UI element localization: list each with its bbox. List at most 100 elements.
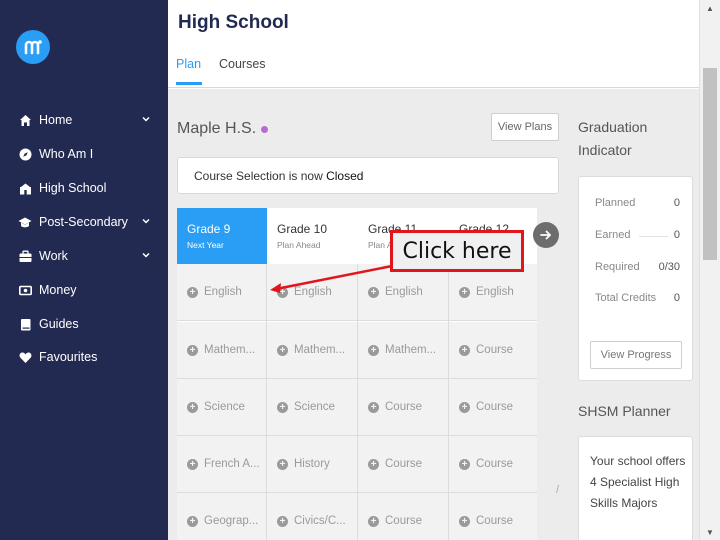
course-label: Course — [385, 401, 423, 413]
course-label: Science — [294, 401, 335, 413]
add-course-icon: + — [368, 401, 379, 413]
course-cell[interactable]: + English — [267, 264, 357, 321]
school-color-dot — [261, 126, 268, 133]
add-course-icon: + — [187, 458, 198, 470]
add-course-icon: + — [187, 401, 198, 413]
course-cell[interactable]: + Course — [449, 436, 537, 493]
sidebar-item-guides[interactable]: Guides — [0, 310, 168, 338]
course-label: Mathem... — [385, 344, 437, 356]
shsm-planner-title: SHSM Planner — [578, 403, 671, 419]
course-label: English — [385, 286, 423, 298]
grade-subtitle: Next Year — [187, 240, 224, 250]
add-course-icon: + — [277, 344, 288, 356]
course-cell[interactable]: + Mathem... — [267, 322, 357, 379]
plan-panel: Maple H.S. View Plans Course Selection i… — [168, 89, 699, 540]
course-cell[interactable]: + Course — [358, 379, 448, 436]
course-cell[interactable]: + Course — [358, 436, 448, 493]
add-course-icon: + — [459, 515, 470, 527]
scrollbar-thumb[interactable] — [703, 68, 717, 260]
sidebar-item-who-am-i[interactable]: Who Am I — [0, 140, 168, 168]
course-cell[interactable]: + French A... — [177, 436, 267, 493]
add-course-icon: + — [368, 515, 379, 527]
view-progress-button[interactable]: View Progress — [590, 341, 682, 369]
scroll-up-icon[interactable]: ▲ — [706, 4, 714, 13]
app-logo[interactable] — [16, 30, 50, 64]
book-icon — [18, 317, 32, 331]
required-row: Required 0/30 — [595, 261, 680, 275]
course-cell[interactable]: + Geograp... — [177, 493, 267, 540]
column-divider — [357, 264, 358, 540]
course-label: Course — [476, 458, 514, 470]
shsm-planner-card: Your school offers 4 Specialist High Ski… — [578, 436, 693, 540]
earned-row: Earned 0 — [595, 229, 680, 243]
add-course-icon: + — [277, 401, 288, 413]
sidebar-item-high-school[interactable]: High School — [0, 174, 168, 202]
add-course-icon: + — [187, 515, 198, 527]
add-course-icon: + — [459, 344, 470, 356]
course-label: Science — [204, 401, 245, 413]
add-course-icon: + — [368, 344, 379, 356]
page-scrollbar[interactable]: ▲ ▼ — [699, 0, 720, 540]
course-label: English — [204, 286, 242, 298]
heart-icon — [18, 350, 32, 364]
money-icon — [18, 283, 32, 297]
row-value: 0/30 — [658, 261, 680, 273]
chevron-down-icon[interactable] — [140, 215, 152, 227]
course-cell[interactable]: + Course — [358, 493, 448, 540]
tab-courses[interactable]: Courses — [219, 57, 266, 71]
active-tab-indicator — [176, 82, 202, 85]
total-credits-row: Total Credits 0 — [595, 292, 680, 306]
row-label: Required — [595, 261, 640, 273]
add-course-icon: + — [277, 458, 288, 470]
row-value: 0 — [673, 292, 680, 304]
add-course-icon: + — [459, 401, 470, 413]
course-cell[interactable]: + Science — [177, 379, 267, 436]
click-here-callout: Click here — [390, 230, 524, 272]
course-label: Course — [385, 458, 423, 470]
course-cell[interactable]: + English — [177, 264, 267, 321]
course-cell[interactable]: + Mathem... — [177, 322, 267, 379]
sidebar: Home Who Am I High School Post-Secondary… — [0, 0, 168, 540]
course-cell[interactable]: + Science — [267, 379, 357, 436]
grade-title: Grade 9 — [187, 222, 231, 236]
sidebar-item-label: Guides — [39, 317, 79, 331]
home-icon — [18, 113, 32, 127]
course-cell[interactable]: + Course — [449, 322, 537, 379]
sidebar-item-work[interactable]: Work — [0, 242, 168, 270]
course-label: Geograp... — [204, 515, 259, 527]
course-cell[interactable]: + English — [358, 264, 448, 321]
course-label: History — [294, 458, 330, 470]
course-cell[interactable]: + Civics/C... — [267, 493, 357, 540]
arrow-right-icon — [540, 230, 552, 240]
course-label: Mathem... — [204, 344, 256, 356]
view-plans-button[interactable]: View Plans — [491, 113, 559, 141]
chevron-down-icon[interactable] — [140, 113, 152, 125]
course-label: Course — [385, 515, 423, 527]
course-label: Mathem... — [294, 344, 346, 356]
sidebar-item-label: Who Am I — [39, 147, 94, 161]
school-name: Maple H.S. — [177, 120, 257, 137]
graduation-indicator-title: Graduation Indicator — [578, 119, 648, 158]
course-cell[interactable]: + English — [449, 264, 537, 321]
add-course-icon: + — [368, 286, 379, 298]
tab-grade-10[interactable]: Grade 10 Plan Ahead — [267, 208, 357, 264]
sidebar-item-home[interactable]: Home — [0, 106, 168, 134]
sidebar-item-money[interactable]: Money — [0, 276, 168, 304]
scroll-down-icon[interactable]: ▼ — [706, 528, 714, 537]
tab-plan[interactable]: Plan — [176, 57, 201, 71]
school-icon — [18, 181, 32, 195]
tab-grade-9[interactable]: Grade 9 Next Year — [177, 208, 267, 264]
course-cell[interactable]: + Course — [449, 493, 537, 540]
course-cell[interactable]: + Mathem... — [358, 322, 448, 379]
course-label: Course — [476, 344, 514, 356]
course-label: English — [476, 286, 514, 298]
sidebar-item-post-secondary[interactable]: Post-Secondary — [0, 208, 168, 236]
course-cell[interactable]: + Course — [449, 379, 537, 436]
course-label: English — [294, 286, 332, 298]
add-course-icon: + — [187, 344, 198, 356]
sidebar-item-favourites[interactable]: Favourites — [0, 343, 168, 371]
next-grades-button[interactable] — [533, 222, 559, 248]
sidebar-item-label: Money — [39, 283, 77, 297]
course-cell[interactable]: + History — [267, 436, 357, 493]
chevron-down-icon[interactable] — [140, 249, 152, 261]
